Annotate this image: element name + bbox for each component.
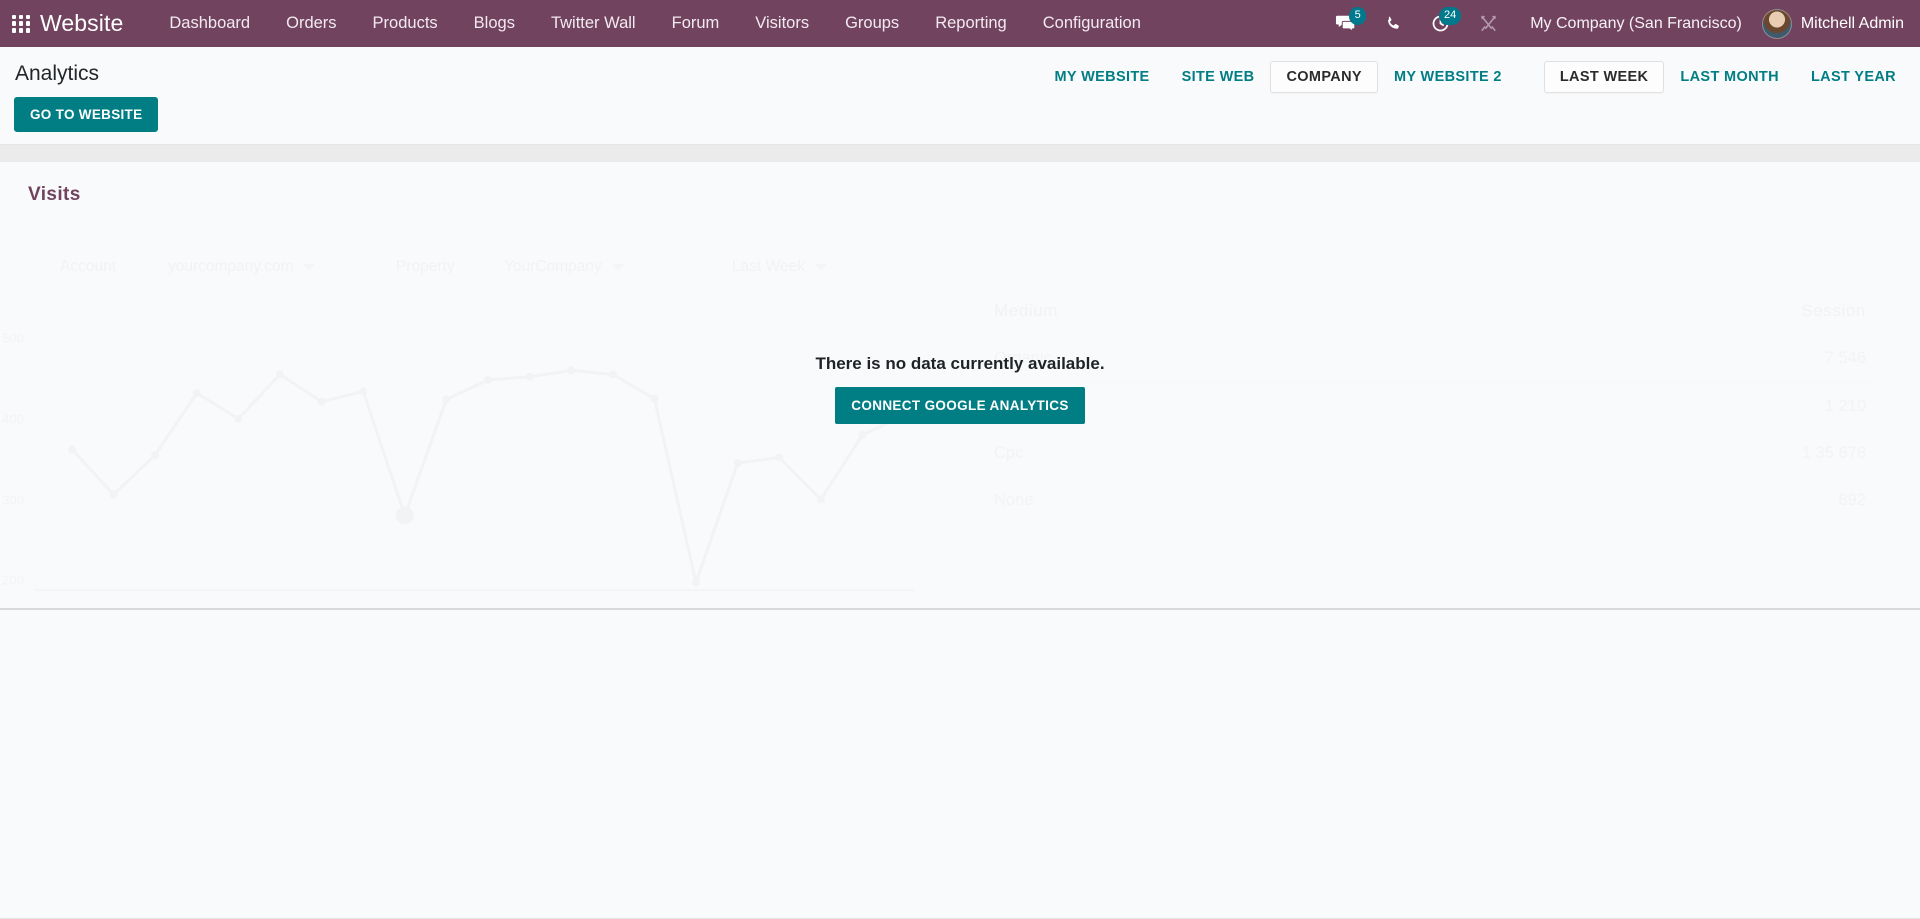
website-filter-my-website-2[interactable]: My Website 2	[1378, 61, 1518, 93]
activity-clock-icon[interactable]: 24	[1416, 0, 1465, 47]
ghost-col-session: Session	[1801, 301, 1866, 321]
ghost-y-tick-label: 500	[2, 331, 34, 346]
systray: 5 24 My Company (San Francisco) Mitc	[1321, 0, 1904, 47]
avatar	[1762, 9, 1792, 39]
ghost-property-value: YourCompany	[504, 258, 602, 276]
period-filter-group: Last Week Last Month Last Year	[1544, 61, 1912, 93]
apps-grid-icon[interactable]	[8, 11, 34, 37]
ghost-property-label: Property	[396, 258, 504, 276]
ghost-table-header: Medium Session	[990, 287, 1870, 335]
menu-item-dashboard[interactable]: Dashboard	[151, 0, 268, 47]
period-filter-last-month[interactable]: Last Month	[1664, 61, 1795, 93]
ghost-col-medium: Medium	[994, 301, 1058, 321]
period-filter-last-week[interactable]: Last Week	[1544, 61, 1665, 93]
ghost-cell-medium: Cpc	[994, 444, 1023, 463]
chevron-down-icon	[815, 264, 827, 271]
website-filter-company[interactable]: Company	[1270, 61, 1378, 93]
menu-item-blogs[interactable]: Blogs	[456, 0, 533, 47]
user-menu[interactable]: Mitchell Admin	[1758, 9, 1904, 39]
ghost-ga-controls: Account yourcompany.com Property YourCom…	[60, 258, 960, 276]
visits-card-title: Visits	[0, 162, 1920, 206]
chevron-down-icon	[303, 264, 315, 271]
go-to-website-button[interactable]: Go to Website	[14, 97, 158, 132]
menu-item-forum[interactable]: Forum	[654, 0, 738, 47]
page-body-empty	[0, 610, 1920, 919]
main-menu: Dashboard Orders Products Blogs Twitter …	[151, 0, 1159, 47]
ghost-y-tick-label: 200	[2, 573, 34, 588]
ghost-cell-medium: None	[994, 491, 1033, 510]
phone-icon[interactable]	[1370, 0, 1416, 47]
table-row: Cpc 1 35 678	[990, 430, 1870, 477]
section-divider-band	[0, 145, 1920, 162]
menu-item-configuration[interactable]: Configuration	[1025, 0, 1159, 47]
ghost-account-label: Account	[60, 258, 168, 276]
website-filter-my-website[interactable]: My Website	[1039, 61, 1166, 93]
menu-item-groups[interactable]: Groups	[827, 0, 917, 47]
messages-icon[interactable]: 5	[1321, 0, 1370, 47]
ghost-account-value: yourcompany.com	[168, 258, 293, 276]
ghost-period-value: Last Week	[732, 258, 805, 276]
menu-item-orders[interactable]: Orders	[268, 0, 354, 47]
period-filter-last-year[interactable]: Last Year	[1795, 61, 1912, 93]
ghost-cell-session: 1 35 678	[1802, 444, 1866, 463]
menu-item-reporting[interactable]: Reporting	[917, 0, 1025, 47]
menu-item-twitter-wall[interactable]: Twitter Wall	[533, 0, 654, 47]
filter-separator	[1518, 61, 1544, 93]
messages-count-badge: 5	[1349, 7, 1366, 25]
company-switcher[interactable]: My Company (San Francisco)	[1512, 15, 1758, 33]
chevron-down-icon	[612, 264, 624, 271]
control-panel-filters: My Website Site Web Company My Website 2…	[1039, 61, 1913, 93]
website-filter-site-web[interactable]: Site Web	[1166, 61, 1271, 93]
website-filter-group: My Website Site Web Company My Website 2	[1039, 61, 1518, 93]
ghost-property-select: YourCompany	[504, 258, 732, 276]
ghost-period-select: Last Week	[732, 258, 960, 276]
ghost-y-tick-label: 300	[2, 492, 34, 507]
menu-item-products[interactable]: Products	[355, 0, 456, 47]
ghost-account-select: yourcompany.com	[168, 258, 396, 276]
table-row: None 892	[990, 477, 1870, 524]
menu-item-visitors[interactable]: Visitors	[737, 0, 827, 47]
top-navbar: Website Dashboard Orders Products Blogs …	[0, 0, 1920, 47]
app-brand-website[interactable]: Website	[40, 10, 123, 37]
user-name-label: Mitchell Admin	[1801, 15, 1904, 33]
no-data-overlay: There is no data currently available. Co…	[0, 354, 1920, 424]
control-panel: Analytics Go to Website My Website Site …	[0, 47, 1920, 145]
ghost-cell-session: 892	[1838, 491, 1866, 510]
no-data-message: There is no data currently available.	[0, 354, 1920, 374]
activities-count-badge: 24	[1439, 7, 1461, 25]
connect-google-analytics-button[interactable]: Connect Google Analytics	[835, 387, 1084, 424]
analytics-dashboard: Visits Account yourcompany.com Property …	[0, 162, 1920, 610]
wrench-screwdriver-icon[interactable]	[1465, 0, 1512, 47]
